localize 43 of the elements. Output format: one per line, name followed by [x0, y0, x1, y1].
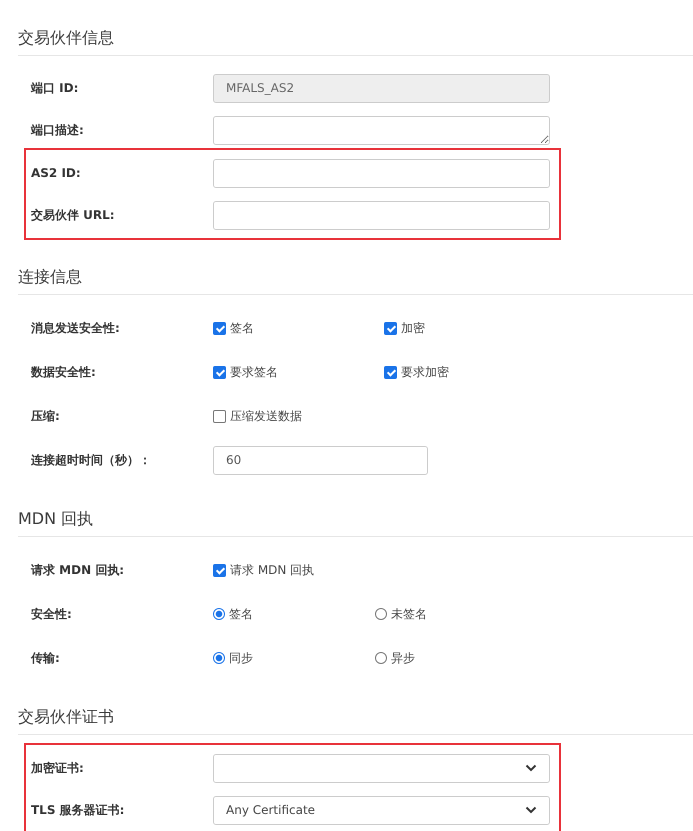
checkbox-label: 压缩发送数据 [230, 408, 302, 424]
field-label: 连接超时时间（秒）： [31, 452, 152, 468]
checkbox-label: 请求 MDN 回执 [230, 562, 314, 578]
field-label: 端口 ID: [31, 80, 80, 96]
field-label: 数据安全性: [31, 364, 97, 380]
input-field[interactable] [213, 158, 550, 188]
section-heading: MDN 回执 [18, 508, 693, 537]
field-label: 端口描述: [31, 122, 85, 138]
section-heading: 交易伙伴信息 [18, 27, 693, 56]
section-heading: 交易伙伴证书 [18, 706, 693, 735]
field-label: 消息发送安全性: [31, 320, 121, 336]
field-label: 安全性: [31, 606, 73, 622]
input-field[interactable] [213, 200, 550, 230]
checkbox-label: 加密 [401, 320, 425, 336]
field-label: AS2 ID: [31, 166, 82, 180]
field-label: 压缩: [31, 408, 61, 424]
radio-button[interactable] [213, 652, 225, 664]
chevron-down-icon [525, 806, 537, 814]
checkbox[interactable] [384, 322, 397, 334]
section-heading: 连接信息 [18, 266, 693, 295]
checkbox-label: 签名 [230, 320, 254, 336]
chevron-down-icon [525, 764, 537, 772]
checkbox[interactable] [213, 366, 226, 378]
checkbox-label: 要求签名 [230, 364, 278, 380]
radio-button[interactable] [375, 652, 387, 664]
field-label: 交易伙伴 URL: [31, 206, 116, 224]
select-dropdown[interactable]: Any Certificate [213, 796, 550, 824]
field-label: TLS 服务器证书: [31, 802, 126, 818]
radio-label: 未签名 [391, 606, 427, 622]
field-label: 加密证书: [31, 760, 85, 776]
field-label: 传输: [31, 650, 61, 666]
checkbox[interactable] [384, 366, 397, 378]
radio-button[interactable] [375, 608, 387, 620]
radio-label: 签名 [229, 606, 253, 622]
radio-button[interactable] [213, 608, 225, 620]
checkbox[interactable] [213, 410, 226, 422]
field-label: 请求 MDN 回执: [31, 562, 126, 578]
checkbox[interactable] [213, 564, 226, 576]
radio-label: 异步 [391, 650, 415, 666]
checkbox[interactable] [213, 322, 226, 334]
input-field[interactable]: 60 [213, 446, 428, 474]
checkbox-label: 要求加密 [401, 364, 449, 380]
radio-label: 同步 [229, 650, 253, 666]
